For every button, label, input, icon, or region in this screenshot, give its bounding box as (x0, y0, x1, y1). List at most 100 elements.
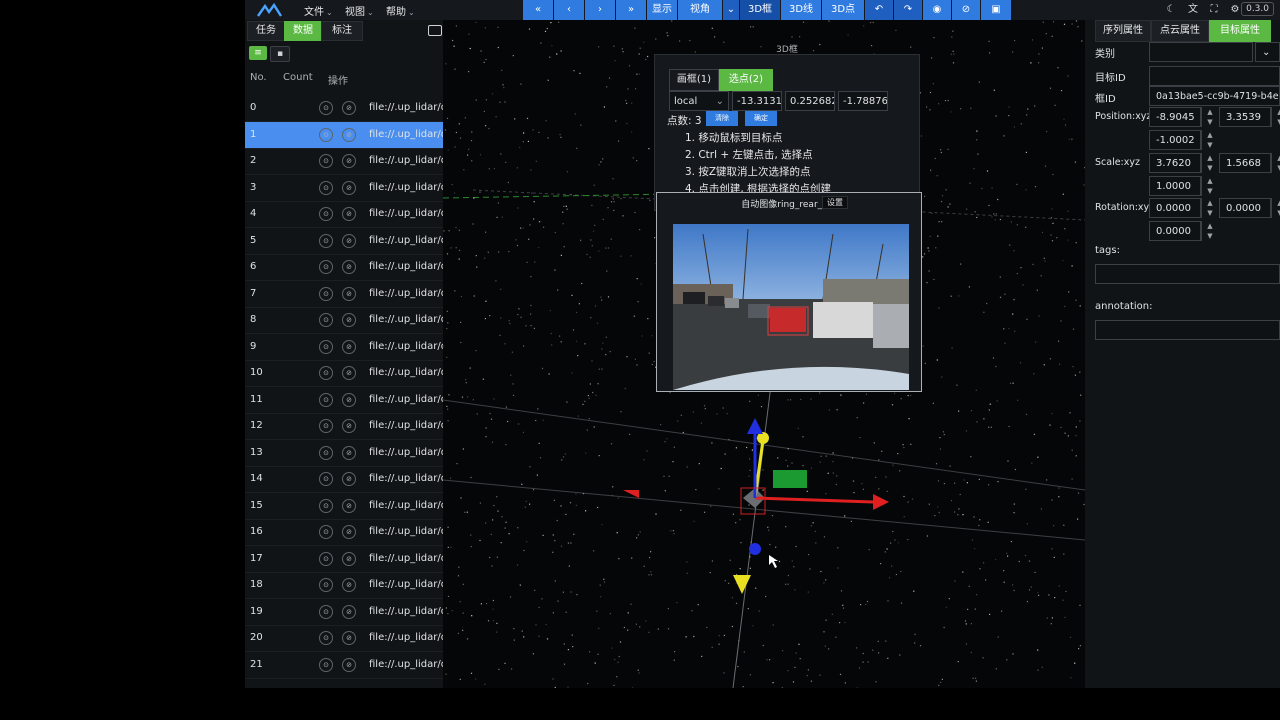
tags-input[interactable] (1095, 264, 1280, 284)
translate-icon[interactable]: 文 (1186, 3, 1200, 17)
table-row[interactable]: 20 ⊙ ⊘ file://.up_lidar/data (245, 625, 463, 652)
clear-points-button[interactable]: 清除 (706, 111, 738, 126)
eye-off-icon[interactable]: ⊘ (342, 551, 356, 566)
first-frame-button[interactable]: « (523, 0, 553, 20)
table-row[interactable]: 4 ⊙ ⊘ file://.up_lidar/data (245, 201, 463, 228)
tool-3d-box-button[interactable]: 3D框 (740, 0, 780, 20)
rotation-z-field[interactable]: 0.0000 (1149, 221, 1201, 241)
eye-off-icon[interactable]: ⊘ (342, 419, 356, 433)
rotation-x-spinner[interactable]: ▲ ▼ (1201, 198, 1218, 218)
focus-icon[interactable]: ⊙ (319, 525, 333, 539)
prev-frame-button[interactable]: ‹ (554, 0, 584, 20)
rotation-y-spinner[interactable]: ▲ ▼ (1271, 198, 1280, 218)
focus-icon[interactable]: ⊙ (319, 127, 333, 142)
tab-target-attrs[interactable]: 目标属性 (1209, 20, 1271, 42)
menu-file[interactable]: 文件 ⌄ (304, 3, 333, 18)
user-settings-icon[interactable]: ⚙ (1228, 3, 1242, 17)
focus-icon[interactable]: ⊙ (319, 631, 333, 645)
table-row[interactable]: 14 ⊙ ⊘ file://.up_lidar/data (245, 466, 463, 493)
tab-sequence-attrs[interactable]: 序列属性 (1095, 20, 1151, 42)
focus-icon[interactable]: ⊙ (319, 180, 333, 195)
eye-off-icon[interactable]: ⊘ (342, 525, 356, 539)
position-x-field[interactable]: -8.9045 (1149, 107, 1201, 127)
focus-icon[interactable]: ⊙ (319, 101, 333, 115)
eye-off-icon[interactable]: ⊘ (342, 445, 356, 460)
table-row[interactable]: 13 ⊙ ⊘ file://.up_lidar/data (245, 440, 463, 467)
focus-icon[interactable]: ⊙ (319, 207, 333, 221)
scale-x-spinner[interactable]: ▲ ▼ (1201, 153, 1218, 173)
scale-y-spinner[interactable]: ▲ ▼ (1271, 153, 1280, 173)
focus-icon[interactable]: ⊙ (319, 578, 333, 592)
undo-button[interactable]: ↶ (865, 0, 893, 20)
focus-icon[interactable]: ⊙ (319, 233, 333, 248)
eye-off-icon[interactable]: ⊘ (342, 207, 356, 221)
focus-icon[interactable]: ⊙ (319, 154, 333, 168)
target-id-field[interactable] (1149, 66, 1280, 86)
focus-icon[interactable]: ⊙ (319, 313, 333, 327)
menu-view[interactable]: 视图 ⌄ (345, 3, 374, 18)
table-row[interactable]: 2 ⊙ ⊘ file://.up_lidar/data (245, 148, 463, 175)
table-row[interactable]: 19 ⊙ ⊘ file://.up_lidar/data (245, 599, 463, 626)
box-id-field[interactable]: 0a13bae5-cc9b-4719-b4e3-cb7 (1149, 86, 1280, 106)
coord-system-select[interactable]: local ⌄ (669, 91, 729, 111)
focus-icon[interactable]: ⊙ (319, 472, 333, 486)
visibility-button[interactable]: ◉ (923, 0, 951, 20)
tab-annotation[interactable]: 标注 (321, 21, 363, 41)
save-list-button[interactable]: ▪ (270, 46, 290, 62)
tab-data[interactable]: 数据 (284, 21, 322, 41)
position-z-field[interactable]: -1.0002 (1149, 130, 1201, 150)
eye-off-icon[interactable]: ⊘ (342, 498, 356, 513)
focus-icon[interactable]: ⊙ (319, 392, 333, 407)
scale-z-spinner[interactable]: ▲ ▼ (1201, 176, 1218, 196)
eye-off-icon[interactable]: ⊘ (342, 578, 356, 592)
position-x-spinner[interactable]: ▲ ▼ (1201, 107, 1218, 127)
scale-z-field[interactable]: 1.0000 (1149, 176, 1201, 196)
table-row[interactable]: 6 ⊙ ⊘ file://.up_lidar/data (245, 254, 463, 281)
scale-x-field[interactable]: 3.7620 (1149, 153, 1201, 173)
category-dropdown[interactable]: ⌄ (1255, 42, 1280, 62)
focus-icon[interactable]: ⊙ (319, 339, 333, 354)
table-row[interactable]: 11 ⊙ ⊘ file://.up_lidar/data (245, 387, 463, 414)
eye-off-icon[interactable]: ⊘ (342, 233, 356, 248)
rotation-y-field[interactable]: 0.0000 (1219, 198, 1271, 218)
eye-off-icon[interactable]: ⊘ (342, 101, 356, 115)
eye-off-icon[interactable]: ⊘ (342, 339, 356, 354)
last-frame-button[interactable]: » (616, 0, 646, 20)
focus-icon[interactable]: ⊙ (319, 445, 333, 460)
eye-off-icon[interactable]: ⊘ (342, 392, 356, 407)
table-row[interactable]: 21 ⊙ ⊘ file://.up_lidar/data (245, 652, 463, 679)
rotation-z-spinner[interactable]: ▲ ▼ (1201, 221, 1218, 241)
eye-off-icon[interactable]: ⊘ (342, 604, 356, 619)
eye-off-icon[interactable]: ⊘ (342, 366, 356, 380)
save-button[interactable]: ▣ (981, 0, 1011, 20)
tab-draw-box[interactable]: 画框(1) (669, 69, 719, 91)
eye-off-icon[interactable]: ⊘ (342, 286, 356, 301)
eye-off-icon[interactable]: ⊘ (342, 154, 356, 168)
tool-3d-point-button[interactable]: 3D点 (822, 0, 864, 20)
eye-off-icon[interactable]: ⊘ (342, 657, 356, 672)
table-row[interactable]: 1 ⊙ ⊘ file://.up_lidar/data (245, 121, 463, 149)
focus-icon[interactable]: ⊙ (319, 551, 333, 566)
tab-task[interactable]: 任务 (247, 21, 285, 41)
redo-button[interactable]: ↷ (894, 0, 922, 20)
fullscreen-icon[interactable]: ⛶ (1207, 3, 1221, 17)
list-view-button[interactable]: ≡ (249, 46, 267, 60)
focus-icon[interactable]: ⊙ (319, 604, 333, 619)
focus-icon[interactable]: ⊙ (319, 419, 333, 433)
table-row[interactable]: 16 ⊙ ⊘ file://.up_lidar/data (245, 519, 463, 546)
table-row[interactable]: 15 ⊙ ⊘ file://.up_lidar/data (245, 493, 463, 520)
eye-off-icon[interactable]: ⊘ (342, 180, 356, 195)
focus-icon[interactable]: ⊙ (319, 498, 333, 513)
menu-help[interactable]: 帮助 ⌄ (386, 3, 415, 18)
focus-icon[interactable]: ⊙ (319, 260, 333, 274)
table-row[interactable]: 9 ⊙ ⊘ file://.up_lidar/data (245, 334, 463, 361)
confirm-points-button[interactable]: 确定 (745, 111, 777, 126)
annotation-input[interactable] (1095, 320, 1280, 340)
table-row[interactable]: 7 ⊙ ⊘ file://.up_lidar/data (245, 281, 463, 308)
table-row[interactable]: 8 ⊙ ⊘ file://.up_lidar/data (245, 307, 463, 334)
focus-icon[interactable]: ⊙ (319, 286, 333, 301)
category-select[interactable] (1149, 42, 1253, 62)
rotation-x-field[interactable]: 0.0000 (1149, 198, 1201, 218)
pointcloud-viewport[interactable]: 3D框 画框(1) 选点(2) local ⌄ -13.3131 0.252682… (443, 20, 1085, 688)
viewangle-dropdown[interactable]: ⌄ (723, 0, 739, 20)
